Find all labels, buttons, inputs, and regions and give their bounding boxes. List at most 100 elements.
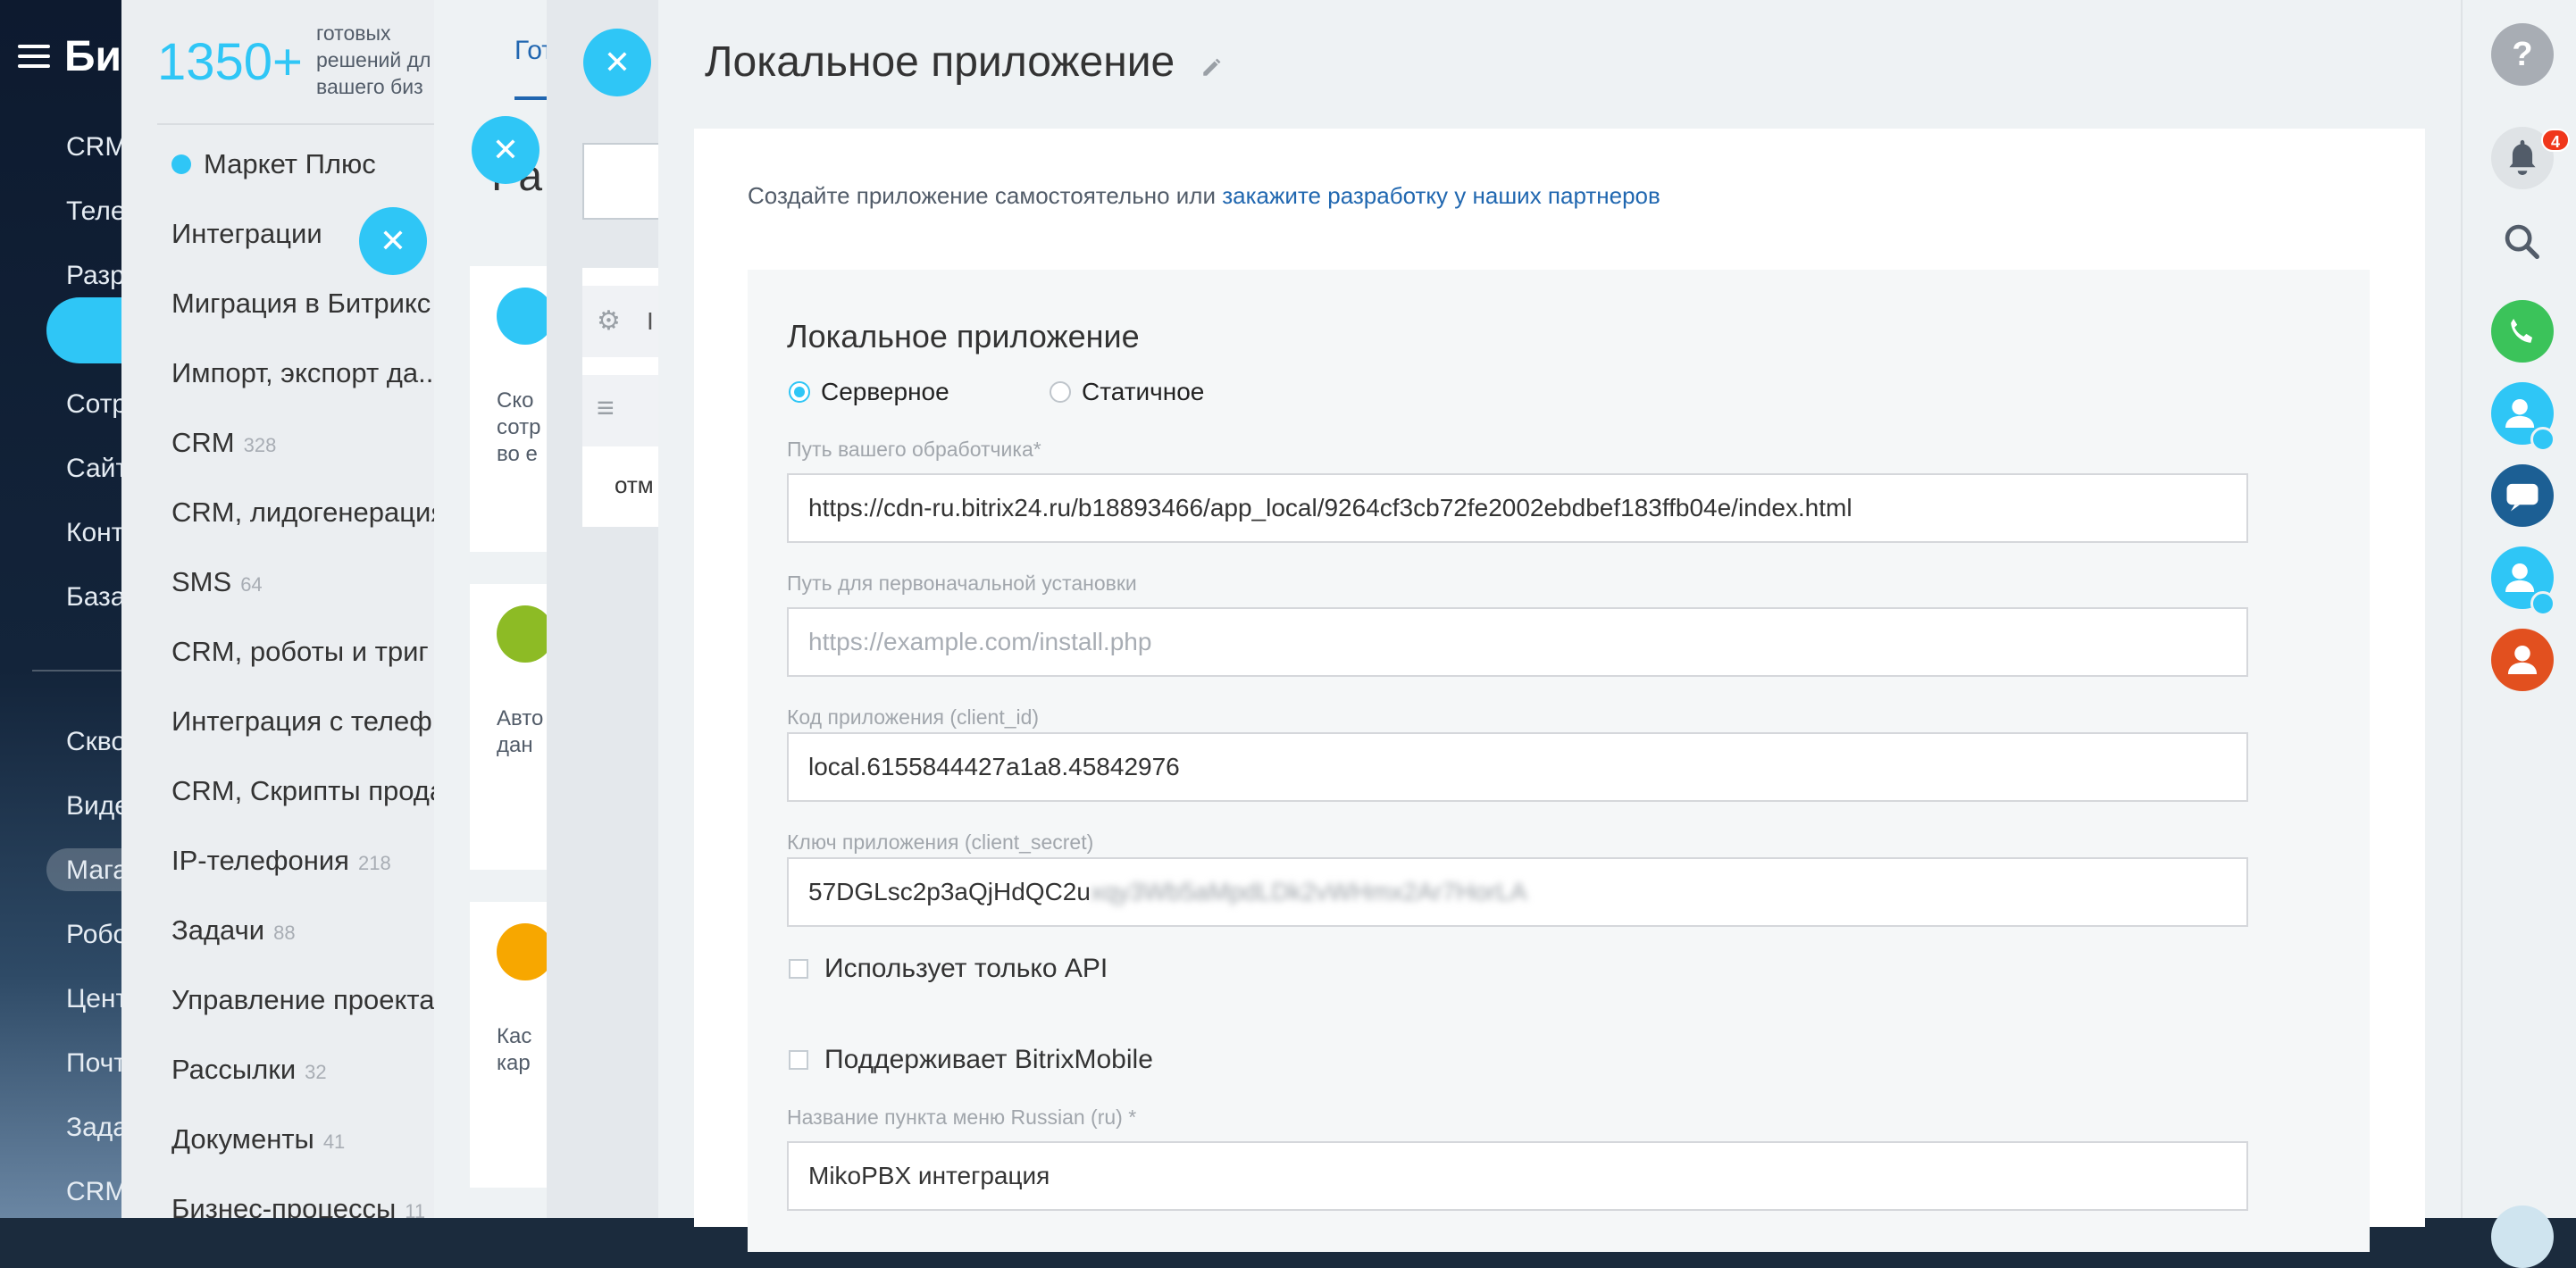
radio-unchecked-icon [1050, 381, 1071, 403]
menu-item[interactable]: CRM [66, 132, 127, 163]
client-secret-blurred: xqy3Wb5aMpdLDk2vWHmx2Ar7HorLA [1090, 878, 1527, 905]
close-slider-button[interactable]: ✕ [583, 29, 651, 96]
handler-path-value: https://cdn-ru.bitrix24.ru/b18893466/app… [808, 494, 1853, 521]
menu-item[interactable]: Виде [66, 791, 130, 822]
page-title: Локальное приложение [705, 38, 1175, 86]
menu-item[interactable]: Почт [66, 1048, 126, 1079]
install-path-field[interactable]: https://example.com/install.php [787, 607, 2248, 677]
menu-item[interactable]: Зада [66, 1113, 128, 1143]
handler-path-field[interactable]: https://cdn-ru.bitrix24.ru/b18893466/app… [787, 473, 2248, 543]
column-header: I [647, 307, 654, 335]
search-button[interactable] [2491, 211, 2554, 273]
close-slider-button[interactable]: ✕ [472, 116, 539, 184]
market-plus-icon [171, 154, 191, 174]
category-item[interactable]: Интеграции [171, 218, 322, 250]
install-path-placeholder: https://example.com/install.php [808, 628, 1152, 655]
category-item[interactable]: CRM, Скрипты прода [171, 775, 445, 807]
radio-checked-icon [789, 381, 810, 403]
mail-status-icon [2530, 427, 2555, 452]
close-slider-button[interactable]: ✕ [359, 207, 427, 275]
pencil-icon[interactable] [1200, 55, 1224, 79]
category-item[interactable]: Задачи 88 [171, 914, 296, 947]
bitrix-mobile-checkbox[interactable]: Поддерживает BitrixMobile [789, 1045, 1153, 1075]
checkbox-icon [789, 959, 808, 979]
close-icon: ✕ [603, 44, 631, 80]
menu-name-label: Название пункта меню Russian (ru) * [787, 1105, 1137, 1129]
close-icon: ✕ [491, 131, 520, 168]
api-only-checkbox[interactable]: Использует только API [789, 954, 1108, 984]
menu-item[interactable]: Конт [66, 518, 123, 548]
content-card: Создайте приложение самостоятельно или з… [694, 129, 2425, 1252]
menu-icon[interactable]: ≡ [597, 391, 615, 426]
open-lines-button[interactable] [2491, 464, 2554, 527]
menu-item[interactable]: База [66, 582, 125, 613]
category-item[interactable]: Бизнес-процессы 11 [171, 1193, 425, 1218]
market-slider: 1350+ готовых решений дл вашего биз Марк… [121, 0, 461, 1218]
menu-burger-icon[interactable] [18, 45, 50, 68]
notification-badge: 4 [2541, 129, 2570, 152]
install-path-label: Путь для первоначальной установки [787, 571, 1137, 595]
user-icon [2507, 645, 2538, 675]
search-icon [2505, 224, 2539, 259]
help-icon: ? [2512, 36, 2533, 73]
radio-server[interactable]: Серверное [789, 378, 949, 406]
category-item[interactable]: CRM, лидогенерация [171, 496, 446, 529]
intro-label: Создайте приложение самостоятельно или [748, 182, 1223, 209]
menu-item[interactable]: Сотр [66, 389, 127, 420]
solutions-count: 1350+ [157, 33, 303, 91]
help-button[interactable]: ? [2491, 23, 2554, 86]
menu-item[interactable]: CRM [66, 1177, 127, 1207]
menu-item[interactable]: Теле [66, 196, 126, 227]
app-form: Локальное приложение Серверное Статичное… [748, 270, 2370, 1252]
radio-server-label: Серверное [821, 378, 949, 405]
intro-text: Создайте приложение самостоятельно или з… [748, 182, 1660, 210]
category-item[interactable]: Интеграция с телеф. [171, 705, 439, 738]
menu-item[interactable]: Робо [66, 920, 128, 950]
category-item[interactable]: SMS 64 [171, 566, 263, 598]
menu-item[interactable]: Цент [66, 984, 128, 1014]
category-item[interactable]: IP-телефония 218 [171, 845, 391, 877]
category-item[interactable]: Управление проекта [171, 984, 434, 1016]
category-item[interactable]: Миграция в Битрикс [171, 288, 431, 320]
right-toolbar: ? 4 [2461, 0, 2576, 1268]
menu-name-field[interactable]: MikoPBX интеграция [787, 1141, 2248, 1211]
client-id-value: local.6155844427a1a8.45842976 [808, 753, 1180, 780]
arrow-icon [497, 288, 554, 345]
menu-item[interactable]: Разр [66, 261, 125, 291]
active-tab-underline [514, 96, 550, 100]
cash-register-icon [497, 923, 554, 980]
category-item[interactable]: Рассылки 32 [171, 1054, 327, 1086]
client-id-label: Код приложения (client_id) [787, 705, 1040, 729]
radio-static[interactable]: Статичное [1050, 378, 1204, 406]
solutions-caption: готовых решений дл вашего биз [316, 21, 431, 98]
category-item[interactable]: CRM 328 [171, 427, 276, 459]
radio-static-label: Статичное [1082, 378, 1205, 405]
client-secret-label: Ключ приложения (client_secret) [787, 830, 1094, 854]
api-only-label: Использует только API [824, 954, 1108, 983]
checkbox-icon [789, 1050, 808, 1070]
category-item[interactable]: Документы 41 [171, 1123, 345, 1155]
category-item[interactable]: Импорт, экспорт да... [171, 357, 441, 389]
partners-link[interactable]: закажите разработку у наших партнеров [1222, 182, 1660, 209]
close-icon: ✕ [379, 222, 407, 259]
row-text: отм [615, 471, 654, 498]
menu-item[interactable]: Сайт [66, 454, 128, 484]
cart-icon [497, 605, 554, 663]
category-market-plus[interactable]: Маркет Плюс [171, 148, 376, 180]
form-title: Локальное приложение [787, 318, 1140, 355]
phone-icon [2511, 319, 2533, 343]
category-item[interactable]: CRM, роботы и триг [171, 636, 429, 668]
menu-item[interactable]: Мага [66, 855, 128, 886]
divider [157, 123, 452, 125]
client-secret-value: 57DGLsc2p3aQjHdQC2u [808, 878, 1091, 905]
gear-icon[interactable]: ⚙ [597, 305, 621, 337]
contact-button[interactable] [2491, 629, 2554, 691]
bitrix-mobile-label: Поддерживает BitrixMobile [824, 1045, 1153, 1074]
mail-status-icon [2530, 591, 2555, 616]
telephony-button[interactable] [2491, 300, 2554, 363]
handler-path-label: Путь вашего обработчика* [787, 438, 1041, 461]
bottom-toolbar-button[interactable] [2491, 1205, 2554, 1268]
client-id-field[interactable]: local.6155844427a1a8.45842976 [787, 732, 2248, 802]
client-secret-field[interactable]: 57DGLsc2p3aQjHdQC2u xqy3Wb5aMpdLDk2vWHmx2… [787, 857, 2248, 927]
menu-item[interactable]: Скво [66, 727, 126, 757]
